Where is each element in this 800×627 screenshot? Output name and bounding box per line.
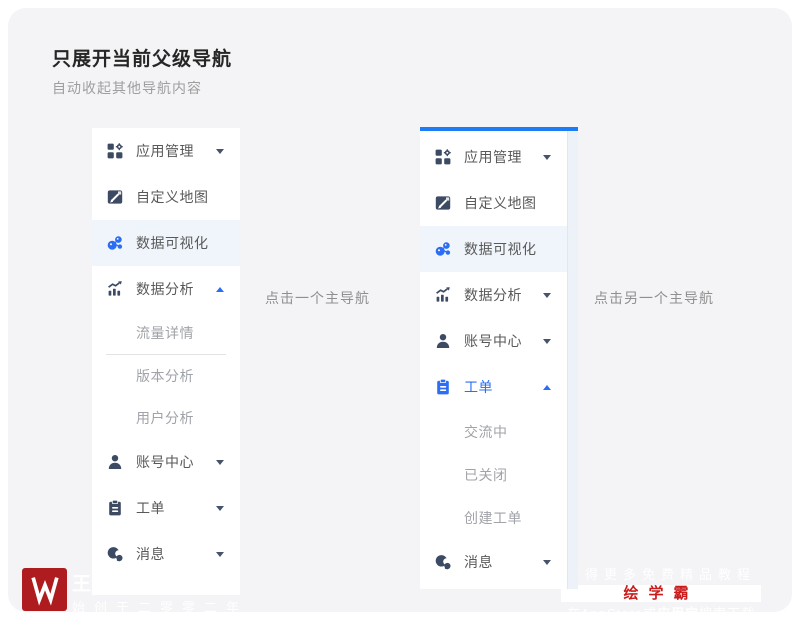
menu-item-clipboard[interactable]: 工单 bbox=[420, 364, 567, 410]
watermark-right: 获得更多免费精品教程 绘学霸 在AppStore或应用宝搜索下载 bbox=[561, 564, 761, 622]
brand-w-icon bbox=[30, 576, 59, 606]
menu-item-apps[interactable]: 应用管理 bbox=[420, 134, 567, 180]
chevron-down-icon bbox=[543, 559, 551, 565]
menu-item-user[interactable]: 账号中心 bbox=[92, 439, 240, 485]
submenu-item[interactable]: 交流中 bbox=[420, 410, 567, 453]
chevron-down-icon bbox=[543, 154, 551, 160]
user-icon bbox=[106, 453, 124, 471]
menu-scroll-gutter[interactable] bbox=[567, 131, 578, 589]
menu-item-message[interactable]: 消息 bbox=[92, 531, 240, 577]
menu-item-label: 工单 bbox=[464, 379, 493, 395]
menu-item-bubbles[interactable]: 数据可视化 bbox=[420, 226, 567, 272]
menu-item-label: 数据分析 bbox=[136, 281, 194, 297]
caption-right: 点击另一个主导航 bbox=[594, 290, 714, 306]
watermark-left-line2: 始创于二零零二年 bbox=[72, 600, 249, 615]
submenu-item-label: 已关闭 bbox=[464, 466, 508, 483]
page-title: 只展开当前父级导航 bbox=[52, 49, 233, 70]
apps-icon bbox=[106, 142, 124, 160]
menu-item-label: 工单 bbox=[136, 500, 165, 516]
clipboard-icon bbox=[434, 378, 452, 396]
brand-name: 绘学霸 bbox=[623, 585, 699, 602]
chart-icon bbox=[106, 280, 124, 298]
menu-item-map[interactable]: 自定义地图 bbox=[420, 180, 567, 226]
watermark-brand-band: 绘学霸 bbox=[561, 585, 761, 602]
bubbles-icon bbox=[106, 234, 124, 252]
submenu-item[interactable]: 创建工单 bbox=[420, 496, 567, 539]
bubbles-icon bbox=[434, 240, 452, 258]
submenu-item[interactable]: 版本分析 bbox=[92, 355, 240, 397]
menu-item-bubbles[interactable]: 数据可视化 bbox=[92, 220, 240, 266]
menu-item-label: 数据分析 bbox=[464, 287, 522, 303]
watermark-right-line1: 获得更多免费精品教程 bbox=[565, 567, 756, 582]
menu-item-label: 消息 bbox=[464, 554, 493, 570]
menu-item-chart[interactable]: 数据分析 bbox=[92, 266, 240, 312]
nav-menu-right-list: 应用管理自定义地图数据可视化数据分析账号中心工单交流中已关闭创建工单消息 bbox=[420, 131, 567, 589]
apps-icon bbox=[434, 148, 452, 166]
chevron-down-icon bbox=[216, 551, 224, 557]
menu-item-message[interactable]: 消息 bbox=[420, 539, 567, 585]
menu-item-user[interactable]: 账号中心 bbox=[420, 318, 567, 364]
menu-item-label: 账号中心 bbox=[136, 454, 194, 470]
clipboard-icon bbox=[106, 499, 124, 517]
background-card: 只展开当前父级导航 自动收起其他导航内容 王 始创于二零零二年 获得更多免费精品… bbox=[8, 8, 792, 621]
submenu-item[interactable]: 用户分析 bbox=[92, 397, 240, 439]
menu-item-apps[interactable]: 应用管理 bbox=[92, 128, 240, 174]
submenu-item[interactable]: 流量详情 bbox=[92, 312, 240, 354]
submenu-item-label: 用户分析 bbox=[136, 410, 194, 426]
submenu-item-label: 交流中 bbox=[464, 423, 508, 440]
submenu-item-label: 流量详情 bbox=[136, 325, 194, 341]
chart-icon bbox=[434, 286, 452, 304]
menu-item-map[interactable]: 自定义地图 bbox=[92, 174, 240, 220]
menu-item-label: 账号中心 bbox=[464, 333, 522, 349]
submenu-item-label: 版本分析 bbox=[136, 368, 194, 384]
chevron-up-icon bbox=[543, 384, 551, 390]
menu-item-label: 数据可视化 bbox=[136, 235, 209, 251]
menu-item-label: 数据可视化 bbox=[464, 241, 537, 257]
caption-left: 点击一个主导航 bbox=[265, 290, 370, 306]
submenu-item[interactable]: 已关闭 bbox=[420, 453, 567, 496]
message-icon bbox=[434, 553, 452, 571]
nav-menu-expanded-example: 应用管理自定义地图数据可视化数据分析账号中心工单交流中已关闭创建工单消息 bbox=[420, 127, 578, 589]
menu-item-clipboard[interactable]: 工单 bbox=[92, 485, 240, 531]
chevron-down-icon bbox=[216, 148, 224, 154]
chevron-down-icon bbox=[216, 505, 224, 511]
brand-logo bbox=[22, 568, 67, 611]
message-icon bbox=[106, 545, 124, 563]
chevron-down-icon bbox=[543, 292, 551, 298]
menu-item-label: 消息 bbox=[136, 546, 165, 562]
user-icon bbox=[434, 332, 452, 350]
map-icon bbox=[434, 194, 452, 212]
watermark-right-line3: 在AppStore或应用宝搜索下载 bbox=[566, 606, 756, 621]
submenu-item-label: 创建工单 bbox=[464, 509, 522, 526]
menu-item-label: 自定义地图 bbox=[464, 195, 537, 211]
page-subtitle: 自动收起其他导航内容 bbox=[52, 80, 202, 96]
chevron-up-icon bbox=[216, 286, 224, 292]
chevron-down-icon bbox=[543, 338, 551, 344]
menu-item-chart[interactable]: 数据分析 bbox=[420, 272, 567, 318]
chevron-down-icon bbox=[216, 459, 224, 465]
map-icon bbox=[106, 188, 124, 206]
menu-item-label: 应用管理 bbox=[136, 143, 194, 159]
menu-item-label: 应用管理 bbox=[464, 149, 522, 165]
nav-menu-collapsed-example: 应用管理自定义地图数据可视化数据分析流量详情版本分析用户分析账号中心工单消息 bbox=[92, 128, 240, 595]
menu-item-label: 自定义地图 bbox=[136, 189, 209, 205]
